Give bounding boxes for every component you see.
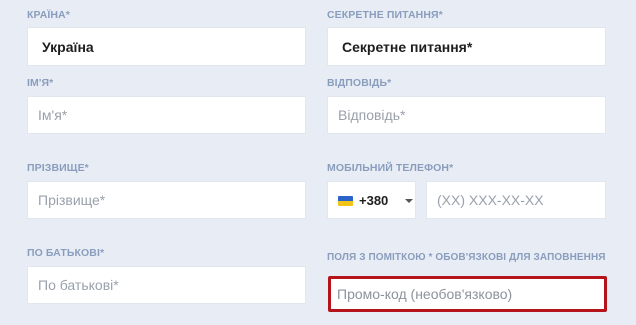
secret-question-value: Секретне питання* — [342, 39, 473, 55]
phone-field-box — [426, 181, 606, 219]
last-name-field-box — [27, 181, 306, 219]
answer-input[interactable] — [328, 97, 605, 133]
secret-question-select[interactable]: Секретне питання* — [327, 27, 606, 66]
patronymic-input[interactable] — [28, 267, 305, 303]
mobile-phone-label: МОБІЛЬНИЙ ТЕЛЕФОН* — [327, 162, 454, 174]
promo-code-input[interactable] — [331, 279, 604, 309]
answer-field-box — [327, 96, 606, 134]
country-code-select[interactable]: +380 — [327, 181, 416, 219]
required-fields-note: ПОЛЯ З ПОМІТКОЮ * ОБОВ'ЯЗКОВІ ДЛЯ ЗАПОВН… — [327, 252, 606, 263]
promo-code-field-box — [328, 276, 607, 312]
phone-input[interactable] — [427, 182, 605, 218]
patronymic-field-box — [27, 266, 306, 304]
country-select[interactable]: Україна — [27, 27, 306, 66]
country-code-value: +380 — [359, 193, 389, 208]
last-name-label: ПРІЗВИЩЕ* — [27, 162, 89, 174]
chevron-down-icon — [405, 199, 413, 203]
country-value: Україна — [42, 39, 94, 55]
answer-label: ВІДПОВІДЬ* — [327, 77, 392, 89]
patronymic-label: ПО БАТЬКОВІ* — [27, 247, 105, 259]
secret-question-label: СЕКРЕТНЕ ПИТАННЯ* — [327, 9, 443, 21]
first-name-label: ІМ'Я* — [27, 77, 54, 89]
first-name-field-box — [27, 96, 306, 134]
first-name-input[interactable] — [28, 97, 305, 133]
country-label: КРАЇНА* — [27, 9, 70, 21]
ukraine-flag-icon — [338, 196, 353, 206]
last-name-input[interactable] — [28, 182, 305, 218]
